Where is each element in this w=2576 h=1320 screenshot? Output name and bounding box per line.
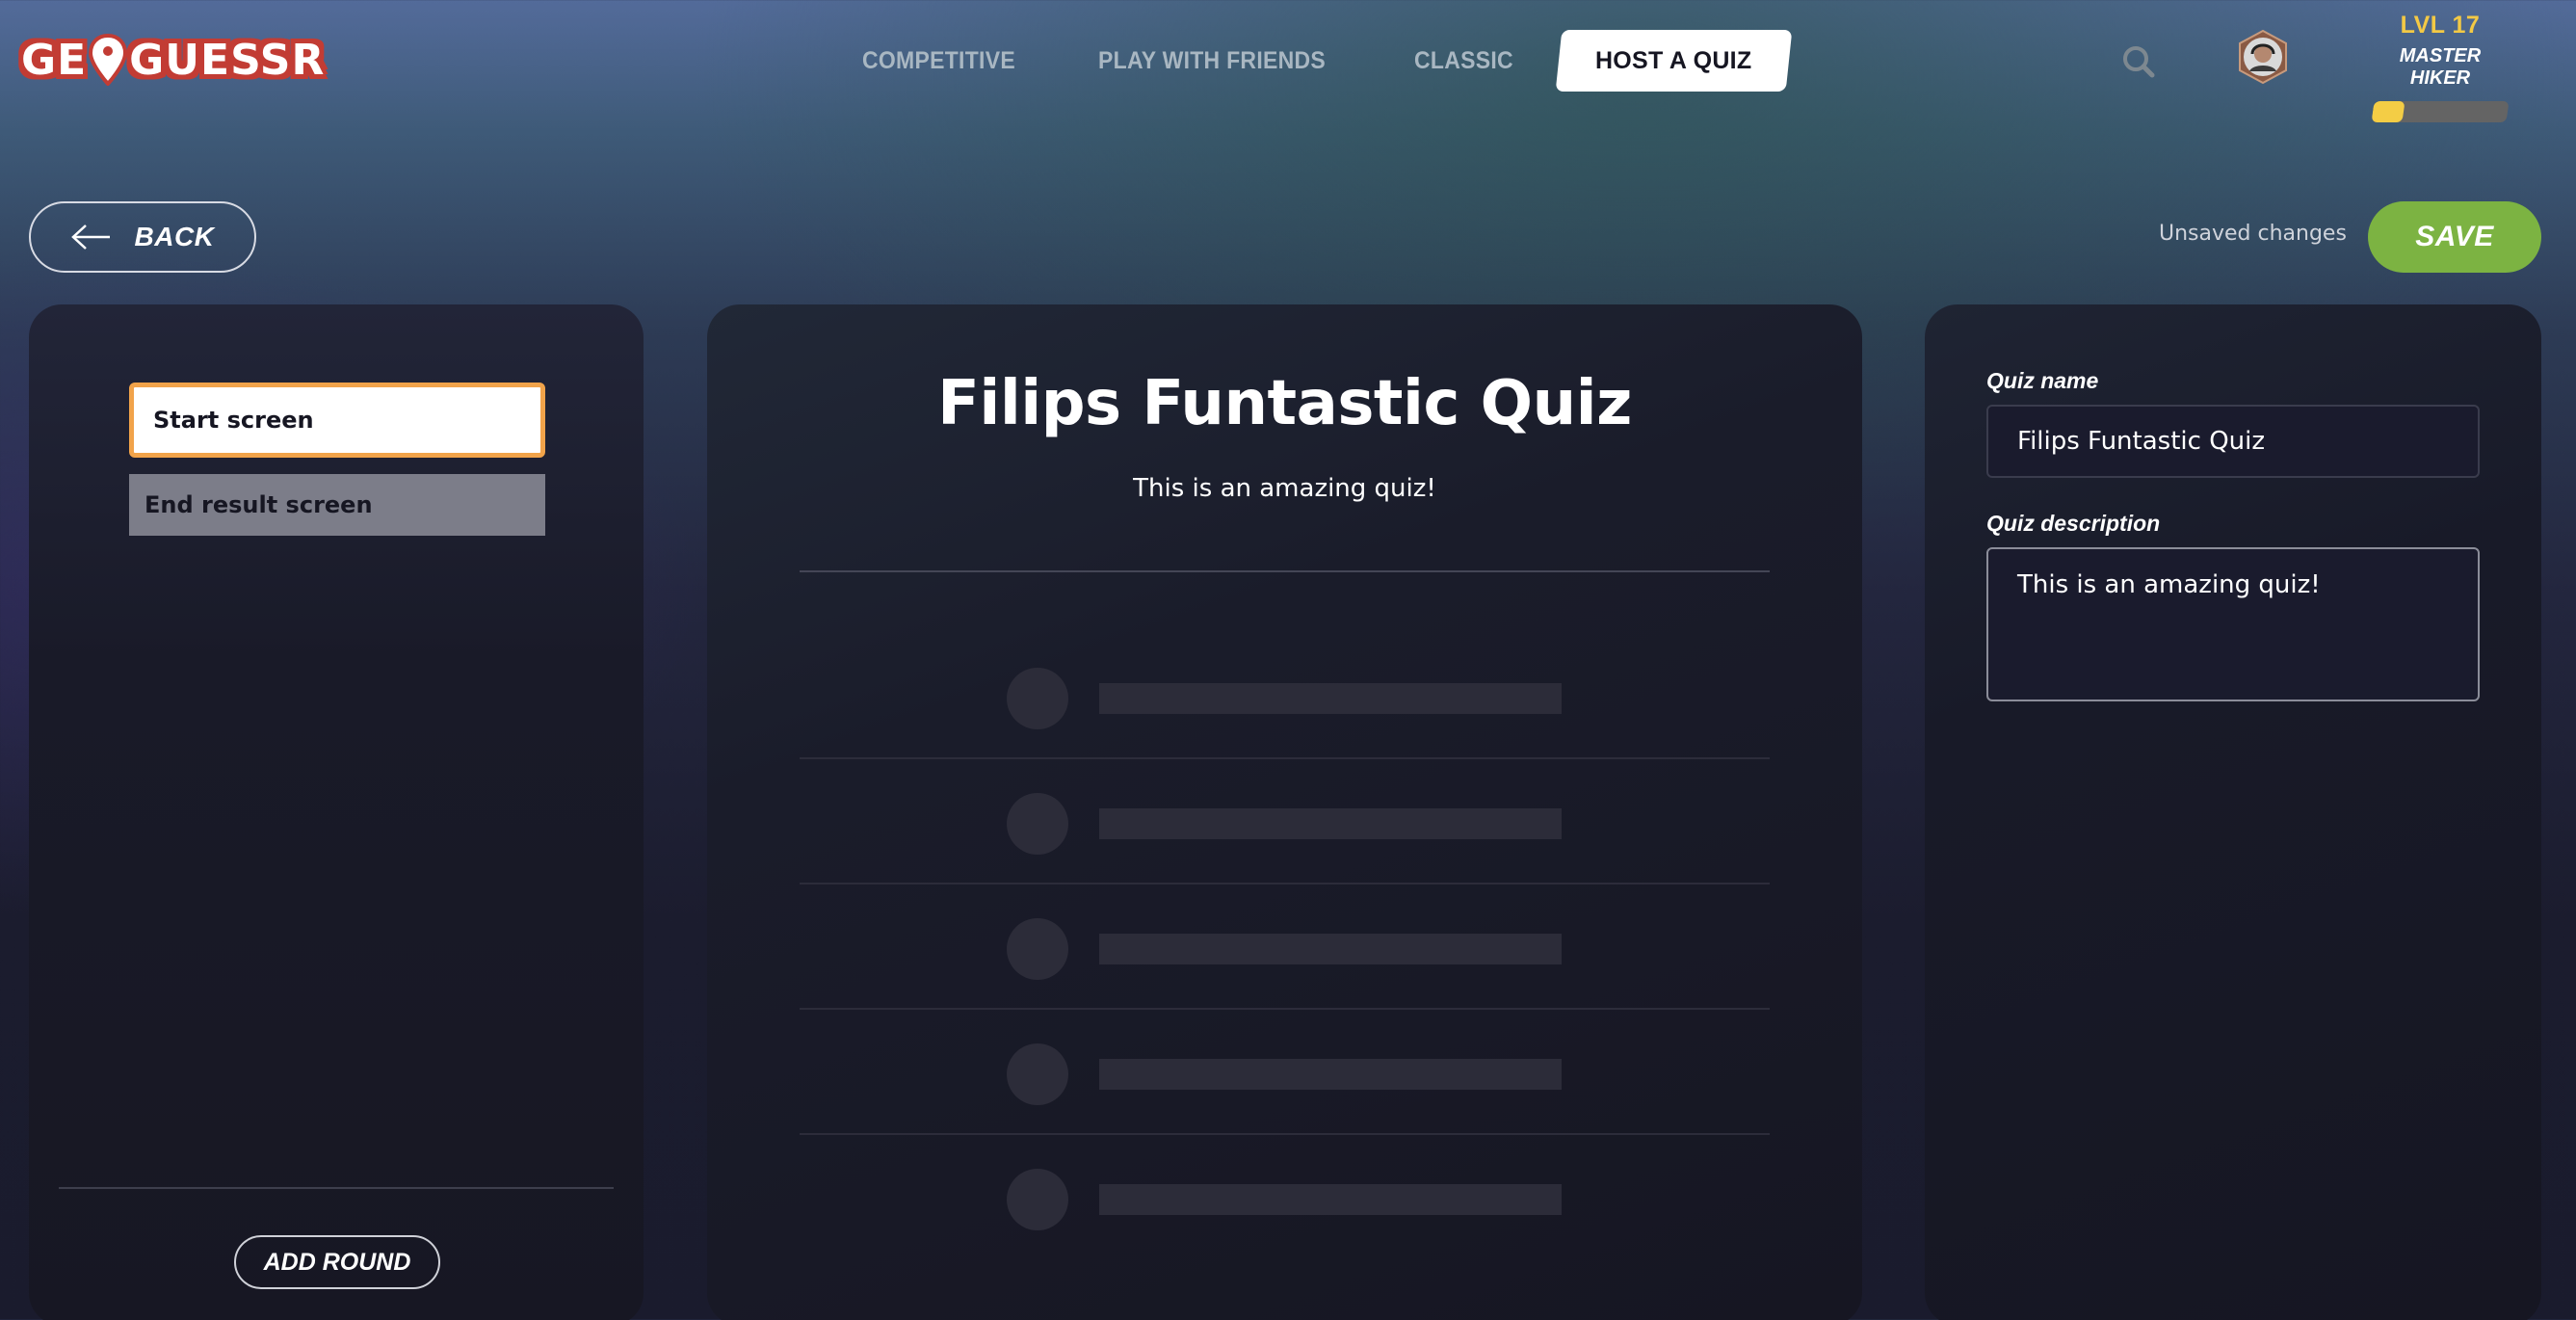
- placeholder-text-bar: [1099, 808, 1562, 839]
- placeholder-row: [800, 634, 1770, 759]
- placeholder-row: [800, 1135, 1770, 1260]
- nav-competitive[interactable]: COMPETITIVE: [862, 47, 1015, 75]
- back-button-label: BACK: [134, 222, 215, 251]
- placeholder-row: [800, 884, 1770, 1010]
- nav-host-a-quiz-label: HOST A QUIZ: [1595, 46, 1752, 74]
- placeholder-row: [800, 1010, 1770, 1135]
- main-nav: COMPETITIVE PLAY WITH FRIENDS CLASSIC HO…: [862, 29, 1793, 92]
- nav-host-a-quiz[interactable]: HOST A QUIZ: [1555, 30, 1793, 92]
- quiz-name-input[interactable]: [1986, 405, 2480, 478]
- quiz-preview-panel: Filips Funtastic Quiz This is an amazing…: [707, 304, 1862, 1320]
- placeholder-text-bar: [1099, 934, 1562, 964]
- top-bar: GE GUESSR COMPETITIVE PLAY WITH FRIENDS …: [0, 0, 2576, 125]
- save-button[interactable]: SAVE: [2368, 201, 2541, 273]
- placeholder-avatar: [1007, 918, 1068, 980]
- back-button[interactable]: BACK: [29, 201, 256, 273]
- nav-classic[interactable]: CLASSIC: [1414, 47, 1513, 75]
- map-pin-icon: [89, 34, 128, 86]
- preview-quiz-description: This is an amazing quiz!: [1133, 474, 1436, 503]
- placeholder-avatar: [1007, 1043, 1068, 1105]
- logo-text-left: GE: [21, 35, 88, 85]
- rank-title: MASTER HIKER: [2399, 45, 2482, 89]
- level-label: LVL 17: [2400, 12, 2481, 39]
- quiz-description-label: Quiz description: [1986, 511, 2161, 536]
- screen-item-end-result[interactable]: End result screen: [129, 474, 545, 536]
- placeholder-row: [800, 759, 1770, 884]
- screen-item-label: Start screen: [153, 407, 314, 434]
- screen-item-start[interactable]: Start screen: [129, 383, 545, 458]
- divider: [59, 1187, 614, 1189]
- divider: [800, 570, 1770, 572]
- add-round-label: ADD ROUND: [263, 1248, 411, 1276]
- placeholder-avatar: [1007, 793, 1068, 855]
- placeholder-avatar: [1007, 1169, 1068, 1230]
- geoguessr-logo[interactable]: GE GUESSR: [21, 29, 325, 91]
- preview-quiz-title: Filips Funtastic Quiz: [937, 368, 1632, 439]
- save-button-label: SAVE: [2415, 221, 2494, 252]
- add-round-button[interactable]: ADD ROUND: [234, 1235, 440, 1289]
- placeholder-text-bar: [1099, 1184, 1562, 1215]
- user-avatar[interactable]: [2237, 29, 2289, 85]
- unsaved-changes-status: Unsaved changes: [2159, 222, 2347, 246]
- logo-text-right: GUESSR: [129, 35, 326, 85]
- arrow-left-icon: [70, 224, 110, 250]
- nav-play-with-friends[interactable]: PLAY WITH FRIENDS: [1098, 47, 1326, 75]
- quiz-settings-panel: Quiz name Quiz description This is an am…: [1925, 304, 2541, 1320]
- screens-panel: Start screen End result screen ADD ROUND: [29, 304, 644, 1320]
- level-info[interactable]: LVL 17 MASTER HIKER: [2368, 12, 2512, 122]
- search-icon[interactable]: [2119, 42, 2158, 81]
- quiz-name-label: Quiz name: [1986, 368, 2099, 393]
- placeholder-avatar: [1007, 668, 1068, 729]
- xp-progress-bar: [2371, 101, 2510, 122]
- placeholder-text-bar: [1099, 1059, 1562, 1090]
- screen-item-label: End result screen: [145, 491, 373, 518]
- xp-progress-fill: [2371, 101, 2405, 122]
- placeholder-text-bar: [1099, 683, 1562, 714]
- quiz-description-input[interactable]: This is an amazing quiz!: [1986, 547, 2480, 701]
